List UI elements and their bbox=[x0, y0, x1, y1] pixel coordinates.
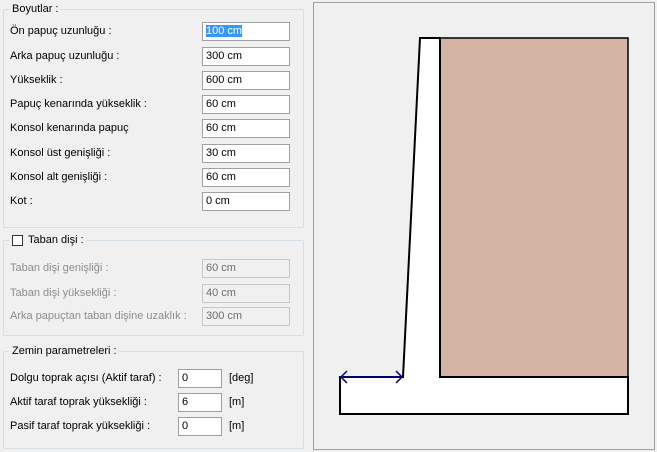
stem-edge-toe-row: Konsol kenarında papuç 60 cm bbox=[10, 119, 290, 139]
heel-length-row: Arka papuç uzunluğu : 300 cm bbox=[10, 47, 290, 67]
active-soil-height-input[interactable]: 6 bbox=[178, 393, 222, 412]
front-toe-length-input[interactable]: 100 cm bbox=[202, 22, 290, 41]
stem-bottom-width-label: Konsol alt genişliği : bbox=[10, 171, 108, 183]
height-label: Yükseklik : bbox=[10, 74, 63, 86]
soil-parameters-legend: Zemin parametreleri : bbox=[12, 345, 117, 357]
stem-bottom-width-row: Konsol alt genişliği : 60 cm bbox=[10, 168, 290, 188]
stem-edge-toe-label: Konsol kenarında papuç bbox=[10, 122, 129, 134]
passive-soil-height-input[interactable]: 0 bbox=[178, 417, 222, 436]
passive-soil-height-unit: [m] bbox=[229, 420, 245, 432]
elevation-row: Kot : 0 cm bbox=[10, 192, 290, 212]
toe-edge-height-row: Papuç kenarında yükseklik : 60 cm bbox=[10, 95, 290, 115]
stem-top-width-label: Konsol üst genişliği : bbox=[10, 147, 111, 159]
elevation-input[interactable]: 0 cm bbox=[202, 192, 290, 211]
stem-bottom-width-input[interactable]: 60 cm bbox=[202, 168, 290, 187]
key-width-row: Taban dişi genişliği : 60 cm bbox=[10, 259, 290, 279]
toe-edge-height-input[interactable]: 60 cm bbox=[202, 95, 290, 114]
dimensions-legend: Boyutlar : bbox=[12, 3, 59, 15]
elevation-label: Kot : bbox=[10, 195, 33, 207]
heel-length-label: Arka papuç uzunluğu : bbox=[10, 50, 120, 62]
backfill-angle-unit: [deg] bbox=[229, 372, 254, 384]
backfill-angle-label: Dolgu toprak açısı (Aktif taraf) : bbox=[10, 372, 162, 384]
stem-edge-toe-input[interactable]: 60 cm bbox=[202, 119, 290, 138]
key-distance-label: Arka papuçtan taban dişine uzaklık : bbox=[10, 310, 187, 322]
passive-soil-height-label: Pasif taraf toprak yüksekliği : bbox=[10, 420, 151, 432]
key-width-input[interactable]: 60 cm bbox=[202, 259, 290, 278]
key-height-label: Taban dişi yüksekliği : bbox=[10, 287, 117, 299]
wall-drawing-svg bbox=[339, 37, 629, 415]
key-height-input[interactable]: 40 cm bbox=[202, 284, 290, 303]
backfill-angle-row: Dolgu toprak açısı (Aktif taraf) : 0 [de… bbox=[10, 369, 290, 389]
shear-key-checkbox[interactable] bbox=[12, 234, 23, 246]
stem-top-width-row: Konsol üst genişliği : 30 cm bbox=[10, 144, 290, 164]
key-distance-input[interactable]: 300 cm bbox=[202, 307, 290, 326]
front-toe-length-row: Ön papuç uzunluğu : 100 cm bbox=[10, 22, 290, 42]
heel-length-input[interactable]: 300 cm bbox=[202, 47, 290, 66]
shear-key-checkbox-label: Taban dişi : bbox=[28, 234, 84, 246]
backfill-soil bbox=[439, 37, 629, 378]
front-toe-length-label: Ön papuç uzunluğu : bbox=[10, 25, 112, 37]
active-soil-height-unit: [m] bbox=[229, 396, 245, 408]
active-soil-height-label: Aktif taraf toprak yüksekliği : bbox=[10, 396, 147, 408]
height-row: Yükseklik : 600 cm bbox=[10, 71, 290, 91]
stem-top-width-input[interactable]: 30 cm bbox=[202, 144, 290, 163]
key-width-label: Taban dişi genişliği : bbox=[10, 262, 109, 274]
key-height-row: Taban dişi yüksekliği : 40 cm bbox=[10, 284, 290, 304]
passive-soil-height-row: Pasif taraf toprak yüksekliği : 0 [m] bbox=[10, 417, 290, 437]
shear-key-legend[interactable]: Taban dişi : bbox=[10, 234, 86, 246]
toe-edge-height-label: Papuç kenarında yükseklik : bbox=[10, 98, 147, 110]
key-distance-row: Arka papuçtan taban dişine uzaklık : 300… bbox=[10, 307, 290, 327]
height-input[interactable]: 600 cm bbox=[202, 71, 290, 90]
wall-drawing-panel bbox=[313, 2, 655, 450]
active-soil-height-row: Aktif taraf toprak yüksekliği : 6 [m] bbox=[10, 393, 290, 413]
backfill-angle-input[interactable]: 0 bbox=[178, 369, 222, 388]
